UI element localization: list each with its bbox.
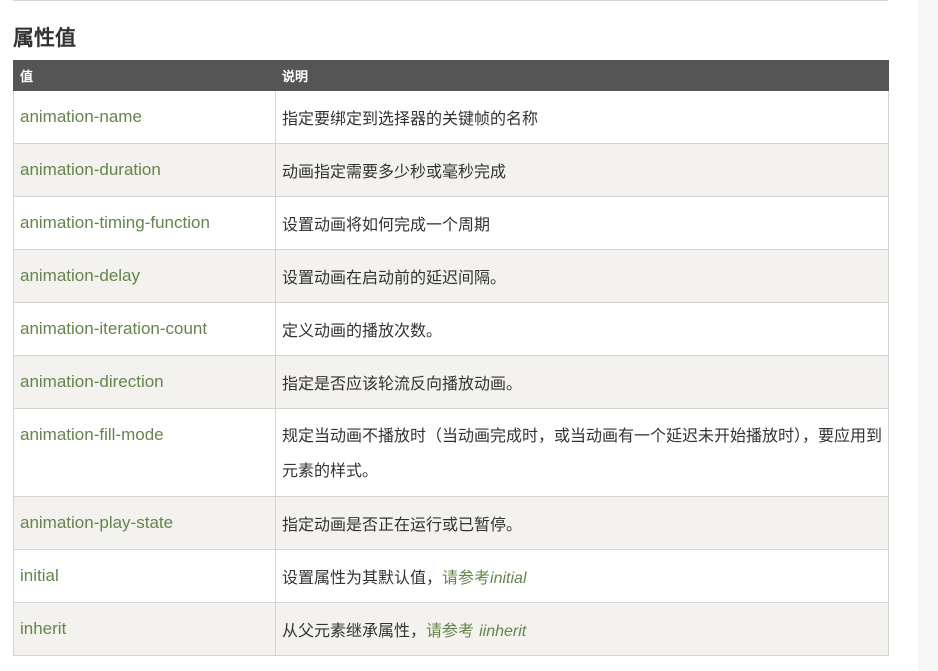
table-row: animation-name 指定要绑定到选择器的关键帧的名称 — [13, 90, 889, 144]
reference-link-label: 请参考 — [426, 621, 480, 640]
value-cell: animation-delay — [13, 249, 276, 303]
property-values-table: 值 说明 animation-name 指定要绑定到选择器的关键帧的名称 ani… — [13, 60, 889, 656]
description-cell: 设置动画将如何完成一个周期 — [275, 196, 889, 250]
description-cell: 动画指定需要多少秒或毫秒完成 — [275, 143, 889, 197]
table-header-row: 值 说明 — [13, 60, 889, 91]
reference-link-inherit[interactable]: 请参考 iinherit — [426, 621, 526, 640]
table-row: inherit 从父元素继承属性，请参考 iinherit — [13, 602, 889, 656]
description-text: 设置属性为其默认值， — [282, 568, 443, 587]
value-cell: animation-timing-function — [13, 196, 276, 250]
value-text: animation-iteration-count — [20, 319, 208, 338]
description-cell: 设置动画在启动前的延迟间隔。 — [275, 249, 889, 303]
section-heading: 属性值 — [13, 26, 76, 50]
value-text: animation-play-state — [20, 513, 174, 532]
column-header-value: 值 — [13, 60, 276, 91]
description-cell: 规定当动画不播放时（当动画完成时，或当动画有一个延迟未开始播放时），要应用到元素… — [275, 408, 889, 497]
value-cell: animation-duration — [13, 143, 276, 197]
table-row: animation-play-state 指定动画是否正在运行或已暂停。 — [13, 496, 889, 550]
value-text: inherit — [20, 619, 67, 638]
value-cell: initial — [13, 549, 276, 603]
table-row: animation-timing-function 设置动画将如何完成一个周期 — [13, 196, 889, 250]
divider — [13, 0, 888, 1]
value-cell: animation-name — [13, 90, 276, 144]
value-text: animation-delay — [20, 266, 141, 285]
reference-link-keyword: initial — [490, 570, 527, 587]
value-cell: animation-fill-mode — [13, 408, 276, 497]
description-cell: 从父元素继承属性，请参考 iinherit — [275, 602, 889, 656]
value-text: animation-name — [20, 107, 142, 126]
main-content: 属性值 值 说明 animation-name 指定要绑定到选择器的关键帧的名称… — [0, 0, 918, 671]
table-row: animation-duration 动画指定需要多少秒或毫秒完成 — [13, 143, 889, 197]
table-row: animation-iteration-count 定义动画的播放次数。 — [13, 302, 889, 356]
table-row: initial 设置属性为其默认值，请参考initial — [13, 549, 889, 603]
value-text: initial — [20, 566, 59, 585]
value-text: animation-duration — [20, 160, 161, 179]
description-cell: 指定动画是否正在运行或已暂停。 — [275, 496, 889, 550]
column-header-description: 说明 — [275, 60, 889, 91]
table-row: animation-fill-mode 规定当动画不播放时（当动画完成时，或当动… — [13, 408, 889, 497]
value-cell: animation-iteration-count — [13, 302, 276, 356]
table-row: animation-direction 指定是否应该轮流反向播放动画。 — [13, 355, 889, 409]
value-text: animation-direction — [20, 372, 164, 391]
value-text: animation-timing-function — [20, 213, 210, 232]
reference-link-initial[interactable]: 请参考initial — [442, 568, 526, 587]
value-cell: animation-play-state — [13, 496, 276, 550]
reference-link-keyword: iinherit — [479, 623, 527, 640]
reference-link-label: 请参考 — [442, 568, 491, 587]
value-text: animation-fill-mode — [20, 425, 164, 444]
description-cell: 设置属性为其默认值，请参考initial — [275, 549, 889, 603]
description-cell: 指定是否应该轮流反向播放动画。 — [275, 355, 889, 409]
value-cell: animation-direction — [13, 355, 276, 409]
table-row: animation-delay 设置动画在启动前的延迟间隔。 — [13, 249, 889, 303]
value-cell: inherit — [13, 602, 276, 656]
description-text: 从父元素继承属性， — [282, 621, 427, 640]
description-cell: 指定要绑定到选择器的关键帧的名称 — [275, 90, 889, 144]
description-cell: 定义动画的播放次数。 — [275, 302, 889, 356]
